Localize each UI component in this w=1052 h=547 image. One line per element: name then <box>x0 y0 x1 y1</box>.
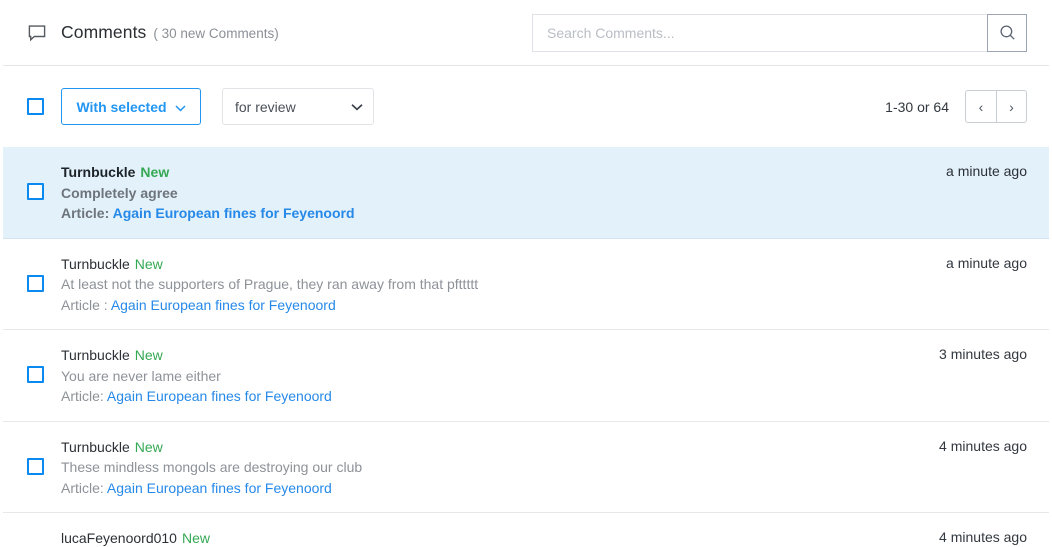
comment-text: These mindless mongols are destroying ou… <box>61 459 362 475</box>
comments-list: Turnbuckle New Completely agree Article: … <box>3 147 1049 547</box>
status-select-value: for review <box>235 99 296 115</box>
comment-author-line: Turnbuckle New <box>61 254 930 275</box>
comment-timestamp: 4 minutes ago <box>939 436 1027 454</box>
comment-author: Turnbuckle <box>61 347 130 363</box>
row-checkbox[interactable] <box>27 183 44 200</box>
comment-article-line: Article: Again European fines for Feyeno… <box>61 203 930 224</box>
status-badge: New <box>135 256 163 272</box>
comments-page: Comments ( 30 new Comments) <box>0 0 1052 547</box>
comment-body: Turnbuckle New At least not the supporter… <box>61 253 930 316</box>
comment-author-line: Turnbuckle New <box>61 162 930 183</box>
comment-text: You are never lame either <box>61 368 221 384</box>
search-button[interactable] <box>987 14 1027 52</box>
comment-author: Turnbuckle <box>61 164 135 180</box>
pagination-next-button[interactable]: › <box>996 90 1027 123</box>
new-comments-count: ( 30 new Comments) <box>153 26 278 41</box>
pagination-prev-button[interactable]: ‹ <box>965 90 996 123</box>
comment-author-line: lucaFeyenoord010 New <box>61 528 923 547</box>
article-label: Article: <box>61 480 104 496</box>
comment-author: Turnbuckle <box>61 256 130 272</box>
table-row[interactable]: lucaFeyenoord010New proud to be part of … <box>3 513 1049 547</box>
comment-text: Completely agree <box>61 185 178 201</box>
comment-article-line: Article : Again European fines for Feyen… <box>61 295 930 316</box>
comment-author: lucaFeyenoord010 <box>61 530 177 546</box>
comment-body: Turnbuckle New These mindless mongols are… <box>61 436 923 499</box>
article-link[interactable]: Again European fines for Feyenoord <box>107 480 332 496</box>
status-badge: New <box>182 530 210 546</box>
comment-article-line: Article: Again European fines for Feyeno… <box>61 478 923 499</box>
comment-author-line: Turnbuckle New <box>61 437 923 458</box>
comment-text-line: You are never lame either <box>61 366 923 387</box>
search-box <box>532 14 1027 52</box>
comment-body: Turnbuckle New Completely agree Article: … <box>61 161 930 224</box>
comment-text-line: At least not the supporters of Prague, t… <box>61 274 930 295</box>
comment-author: Turnbuckle <box>61 439 130 455</box>
search-icon <box>999 24 1016 41</box>
select-all-checkbox[interactable] <box>27 98 44 115</box>
comment-timestamp: a minute ago <box>946 161 1027 179</box>
page-title: Comments ( 30 new Comments) <box>61 22 279 43</box>
header-title-group: Comments ( 30 new Comments) <box>27 22 279 43</box>
article-link[interactable]: Again European fines for Feyenoord <box>111 297 336 313</box>
comment-text: At least not the supporters of Prague, t… <box>61 276 478 292</box>
status-badge: New <box>135 439 163 455</box>
comment-text-line: These mindless mongols are destroying ou… <box>61 457 923 478</box>
search-input[interactable] <box>532 14 987 52</box>
pagination-buttons: ‹ › <box>965 90 1027 123</box>
table-row[interactable]: Turnbuckle New At least not the supporter… <box>3 239 1049 331</box>
comment-timestamp: 3 minutes ago <box>939 344 1027 362</box>
row-checkbox[interactable] <box>27 366 44 383</box>
table-row[interactable]: TurnbuckleNew You are never lame either … <box>3 330 1049 422</box>
header-search-group <box>532 14 1027 52</box>
pagination: 1-30 or 64 ‹ › <box>885 90 1027 123</box>
comment-body: TurnbuckleNew You are never lame either … <box>61 344 923 407</box>
row-checkbox[interactable] <box>27 458 44 475</box>
table-row[interactable]: Turnbuckle New Completely agree Article: … <box>3 147 1049 239</box>
comment-timestamp: 4 minutes ago <box>939 527 1027 545</box>
comment-bubble-icon <box>27 23 47 43</box>
page-title-text: Comments <box>61 22 146 43</box>
comment-text-line: Completely agree <box>61 183 930 204</box>
status-badge: New <box>135 347 163 363</box>
status-select-wrap: for review <box>222 88 374 125</box>
chevron-down-icon <box>175 99 186 115</box>
article-label: Article : <box>61 297 108 313</box>
article-label: Article: <box>61 205 109 221</box>
with-selected-label: With selected <box>76 99 166 115</box>
table-row[interactable]: Turnbuckle New These mindless mongols are… <box>3 422 1049 514</box>
with-selected-button[interactable]: With selected <box>61 88 201 125</box>
status-badge: New <box>140 164 169 180</box>
row-checkbox[interactable] <box>27 275 44 292</box>
comment-author-line: Turnbuckle New <box>61 345 923 366</box>
pagination-range: 1-30 or 64 <box>885 99 949 115</box>
comment-timestamp: a minute ago <box>946 253 1027 271</box>
article-label: Article: <box>61 388 104 404</box>
comment-article-line: Article: Again European fines for Feyeno… <box>61 386 923 407</box>
article-link[interactable]: Again European fines for Feyenoord <box>107 388 332 404</box>
list-toolbar: With selected for review 1-30 or 64 ‹ › <box>3 66 1049 147</box>
status-select[interactable]: for review <box>222 88 374 125</box>
comment-body: lucaFeyenoord010New proud to be part of … <box>61 527 923 547</box>
page-header: Comments ( 30 new Comments) <box>3 0 1049 66</box>
article-link[interactable]: Again European fines for Feyenoord <box>113 205 355 221</box>
